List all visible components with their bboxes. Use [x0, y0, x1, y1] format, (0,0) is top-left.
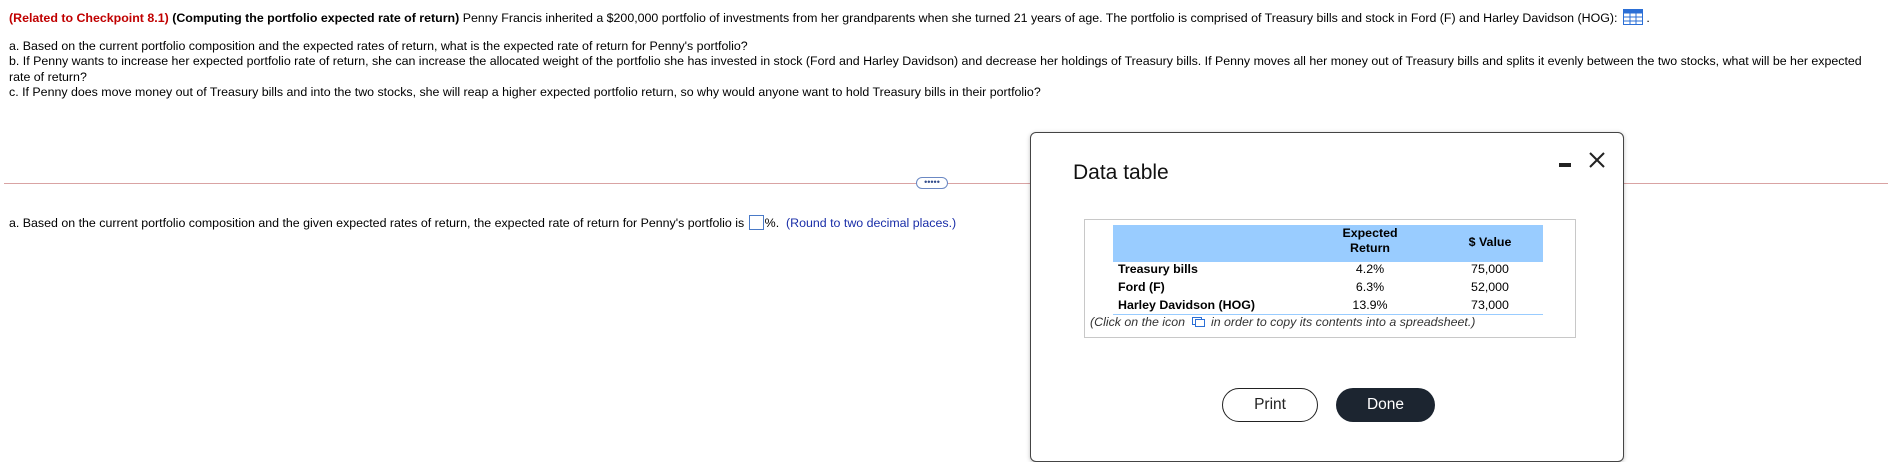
checkpoint-label: (Related to Checkpoint 8.1) [9, 11, 169, 25]
copy-note-before: (Click on the icon [1090, 315, 1186, 329]
row-label-ford: Ford (F) [1118, 280, 1165, 294]
cell-harley-return: 13.9% [1352, 298, 1388, 312]
cell-treasury-value: 75,000 [1471, 262, 1509, 276]
topic-label: (Computing the portfolio expected rate o… [172, 11, 460, 25]
copy-note: (Click on the icon in order to copy its … [1090, 315, 1475, 330]
expand-more-button[interactable]: ••••• [916, 177, 948, 189]
question-intro: (Related to Checkpoint 8.1) (Computing t… [9, 9, 1879, 27]
answer-hint: (Round to two decimal places.) [786, 216, 957, 230]
close-icon[interactable] [1588, 151, 1606, 169]
copy-icon[interactable] [1191, 317, 1205, 327]
answer-suffix: %. [764, 216, 780, 230]
intro-end: . [1646, 11, 1650, 25]
part-c-question: c. If Penny does move money out of Treas… [9, 85, 1041, 99]
cell-ford-return: 6.3% [1355, 280, 1385, 294]
row-label-treasury: Treasury bills [1118, 262, 1198, 276]
intro-text: Penny Francis inherited a $200,000 portf… [462, 11, 1618, 25]
row-label-harley: Harley Davidson (HOG) [1118, 298, 1256, 312]
minimize-icon[interactable] [1559, 157, 1571, 169]
part-a-question: a. Based on the current portfolio compos… [9, 38, 748, 53]
answer-input[interactable] [748, 215, 764, 230]
cell-treasury-return: 4.2% [1355, 262, 1385, 276]
data-table: Expected Return $ Value Treasury bills 4… [1084, 219, 1576, 338]
header-dollar-value: $ Value [1468, 235, 1512, 249]
copy-note-after: in order to copy its contents into a spr… [1210, 315, 1476, 329]
done-button[interactable]: Done [1336, 388, 1435, 422]
question-block: (Related to Checkpoint 8.1) (Computing t… [9, 9, 1879, 101]
dialog-title: Data table [1073, 161, 1169, 184]
data-table-dialog: Data table Expected Return $ Value Treas… [1030, 132, 1624, 462]
print-button[interactable]: Print [1222, 388, 1318, 422]
header-expected-return: Expected Return [1342, 226, 1398, 255]
answer-line: a. Based on the current portfolio compos… [9, 215, 956, 231]
answer-prefix: a. Based on the current portfolio compos… [9, 216, 745, 230]
part-b-question: b. If Penny wants to increase her expect… [9, 54, 1862, 84]
cell-harley-value: 73,000 [1471, 298, 1509, 312]
cell-ford-value: 52,000 [1471, 280, 1509, 294]
table-grid-icon[interactable] [1622, 9, 1643, 25]
